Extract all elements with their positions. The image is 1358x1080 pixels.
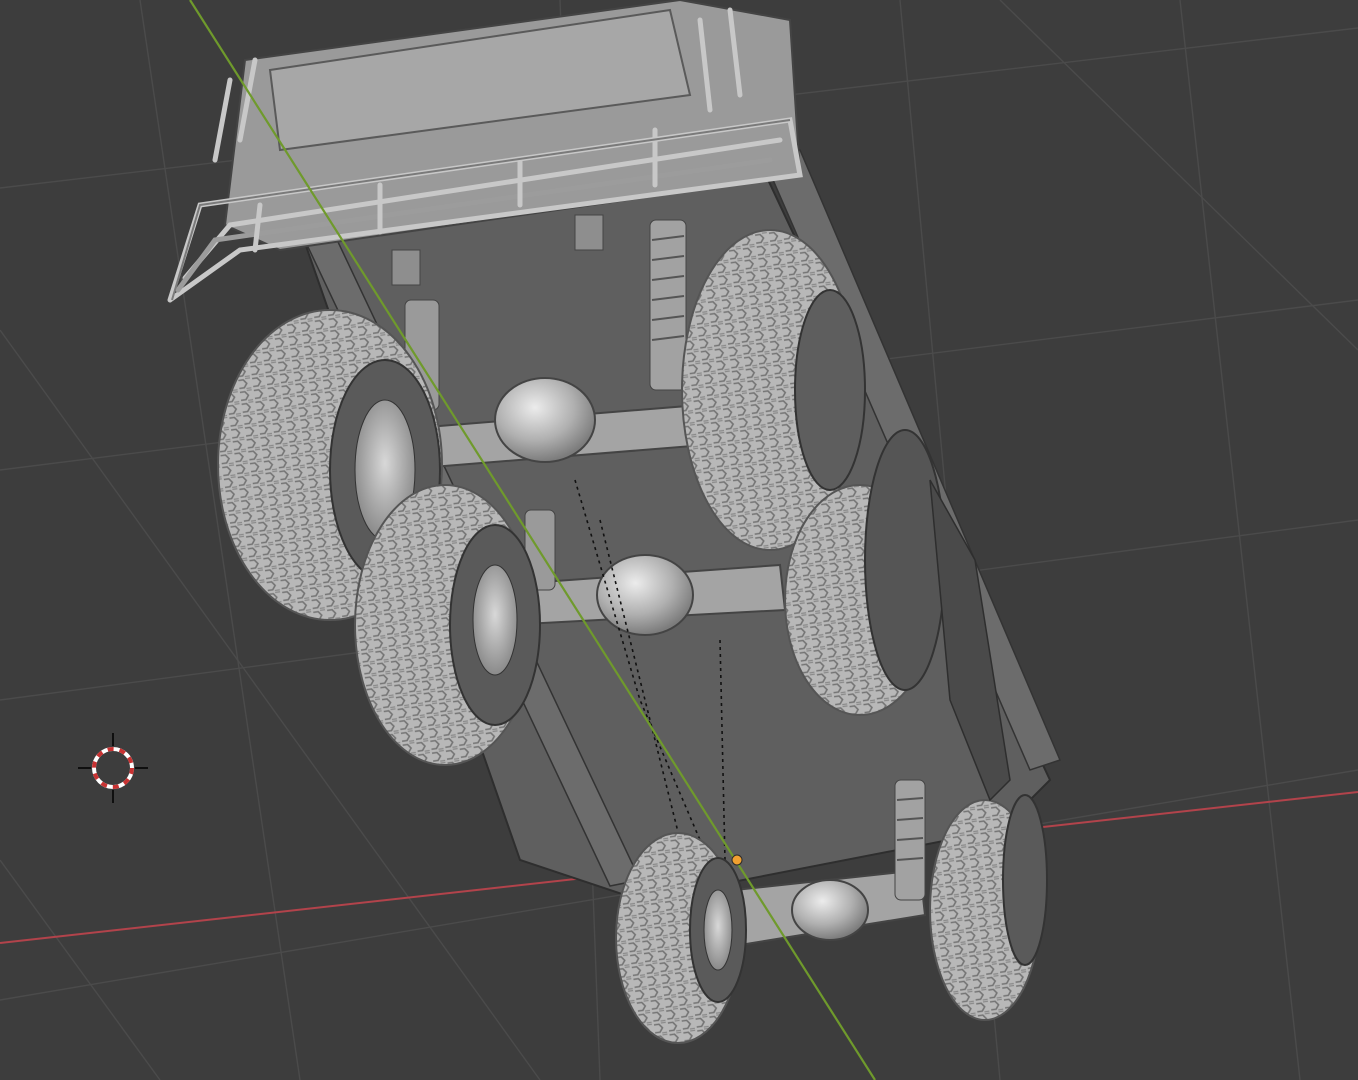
tow-hook-left [391,249,421,286]
wheel-front-left [615,832,747,1044]
tow-hook-right [574,214,604,251]
object-origin-dot[interactable] [731,854,743,866]
3d-viewport[interactable] [0,0,1358,1080]
3d-cursor-icon[interactable] [78,733,148,803]
truck-model[interactable] [167,0,1062,1044]
wheel-front-right [929,794,1048,1021]
